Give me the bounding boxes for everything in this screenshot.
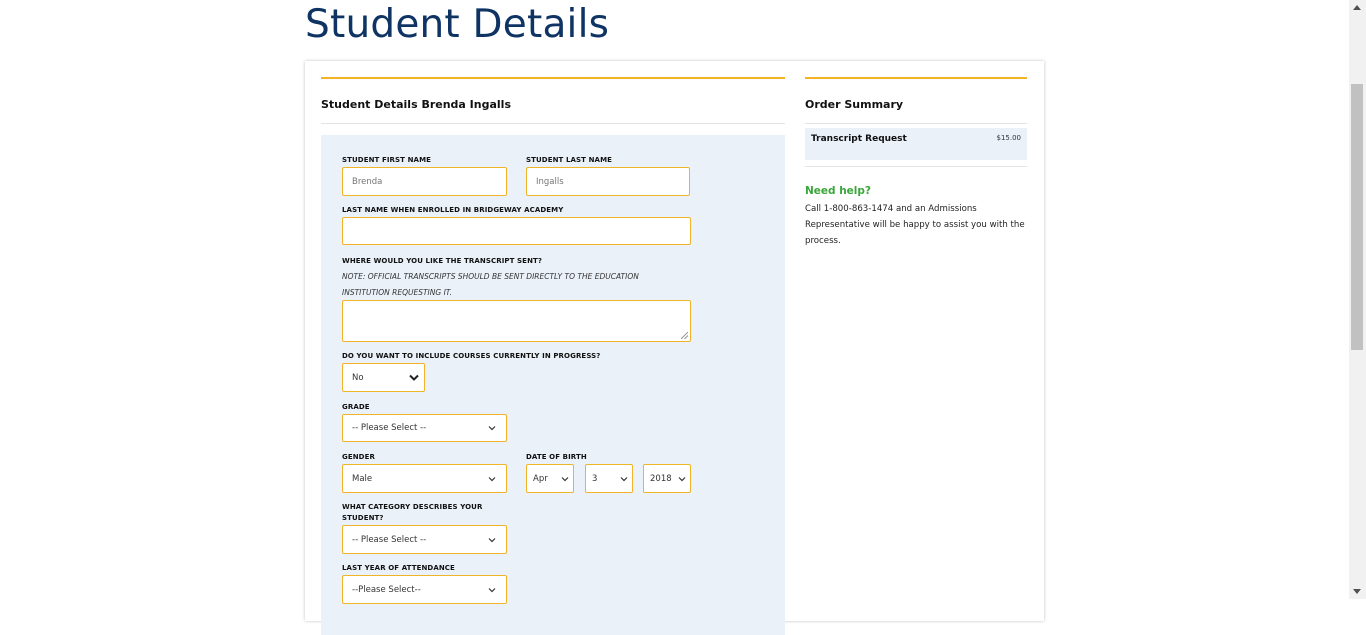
dob-label: DATE OF BIRTH — [526, 453, 587, 461]
dob-day-value: 3 — [592, 473, 598, 484]
resize-grip-icon[interactable] — [681, 332, 688, 339]
transcript-destination-textarea[interactable] — [343, 301, 690, 341]
gender-label: GENDER — [342, 453, 375, 461]
last-name-field[interactable] — [526, 167, 690, 196]
scroll-up-icon[interactable] — [1353, 5, 1361, 10]
chevron-down-icon — [409, 374, 419, 381]
chevron-down-icon — [678, 476, 686, 481]
scrollbar-thumb[interactable] — [1351, 84, 1363, 350]
gender-select[interactable]: Male — [342, 464, 507, 493]
dob-month-select[interactable]: Apr — [526, 464, 574, 493]
summary-divider-bottom — [805, 166, 1027, 167]
first-name-field[interactable] — [342, 167, 507, 196]
chevron-down-icon — [620, 476, 628, 481]
transcript-destination-field[interactable] — [342, 300, 691, 342]
vertical-scrollbar[interactable] — [1349, 0, 1366, 599]
grade-select[interactable]: -- Please Select -- — [342, 414, 507, 442]
first-name-label: STUDENT FIRST NAME — [342, 156, 432, 164]
details-divider — [321, 123, 785, 124]
transcript-destination-label: WHERE WOULD YOU LIKE THE TRANSCRIPT SENT… — [342, 257, 543, 265]
first-name-input[interactable] — [343, 168, 506, 195]
category-select[interactable]: -- Please Select -- — [342, 525, 507, 554]
student-details-card: Student Details Brenda Ingalls STUDENT F… — [305, 61, 1044, 635]
summary-accent-rule — [805, 77, 1027, 79]
include-in-progress-value: No — [352, 372, 364, 383]
gender-value: Male — [352, 473, 373, 484]
grade-label: GRADE — [342, 403, 370, 411]
transcript-note: NOTE: OFFICIAL TRANSCRIPTS SHOULD BE SEN… — [342, 272, 639, 297]
dob-year-value: 2018 — [650, 473, 672, 484]
include-in-progress-select[interactable]: No — [342, 363, 425, 392]
details-accent-rule — [321, 77, 785, 79]
chevron-down-icon — [488, 426, 496, 431]
details-section-title: Student Details Brenda Ingalls — [321, 98, 511, 111]
order-summary-title: Order Summary — [805, 98, 904, 111]
chevron-down-icon — [488, 476, 496, 481]
enrolled-last-name-input[interactable] — [343, 218, 690, 244]
category-value: -- Please Select -- — [352, 534, 427, 545]
enrolled-last-name-field[interactable] — [342, 217, 691, 245]
scroll-down-icon[interactable] — [1353, 589, 1361, 594]
summary-line-item: Transcript Request $15.00 — [805, 128, 1027, 160]
last-year-attendance-label: LAST YEAR OF ATTENDANCE — [342, 564, 455, 572]
chevron-down-icon — [488, 587, 496, 592]
summary-item-name: Transcript Request — [811, 134, 907, 144]
last-name-input[interactable] — [527, 168, 689, 195]
include-in-progress-label: DO YOU WANT TO INCLUDE COURSES CURRENTLY… — [342, 352, 601, 360]
dob-year-select[interactable]: 2018 — [643, 464, 691, 493]
summary-divider-top — [805, 123, 1027, 124]
help-text: Call 1-800-863-1474 and an Admissions Re… — [805, 204, 1025, 246]
last-year-attendance-select[interactable]: --Please Select-- — [342, 575, 507, 604]
page-title: Student Details — [305, 2, 610, 47]
last-year-attendance-value: --Please Select-- — [352, 584, 421, 595]
chevron-down-icon — [488, 537, 496, 542]
student-form: STUDENT FIRST NAME STUDENT LAST NAME LAS… — [321, 135, 785, 635]
grade-value: -- Please Select -- — [352, 423, 427, 433]
category-label: WHAT CATEGORY DESCRIBES YOUR STUDENT? — [342, 503, 483, 522]
dob-day-select[interactable]: 3 — [585, 464, 633, 493]
help-title: Need help? — [805, 185, 872, 197]
enrolled-last-name-label: LAST NAME WHEN ENROLLED IN BRIDGEWAY ACA… — [342, 206, 564, 214]
last-name-label: STUDENT LAST NAME — [526, 156, 613, 164]
chevron-down-icon — [561, 476, 569, 481]
dob-month-value: Apr — [533, 473, 548, 484]
summary-item-price: $15.00 — [996, 134, 1022, 142]
